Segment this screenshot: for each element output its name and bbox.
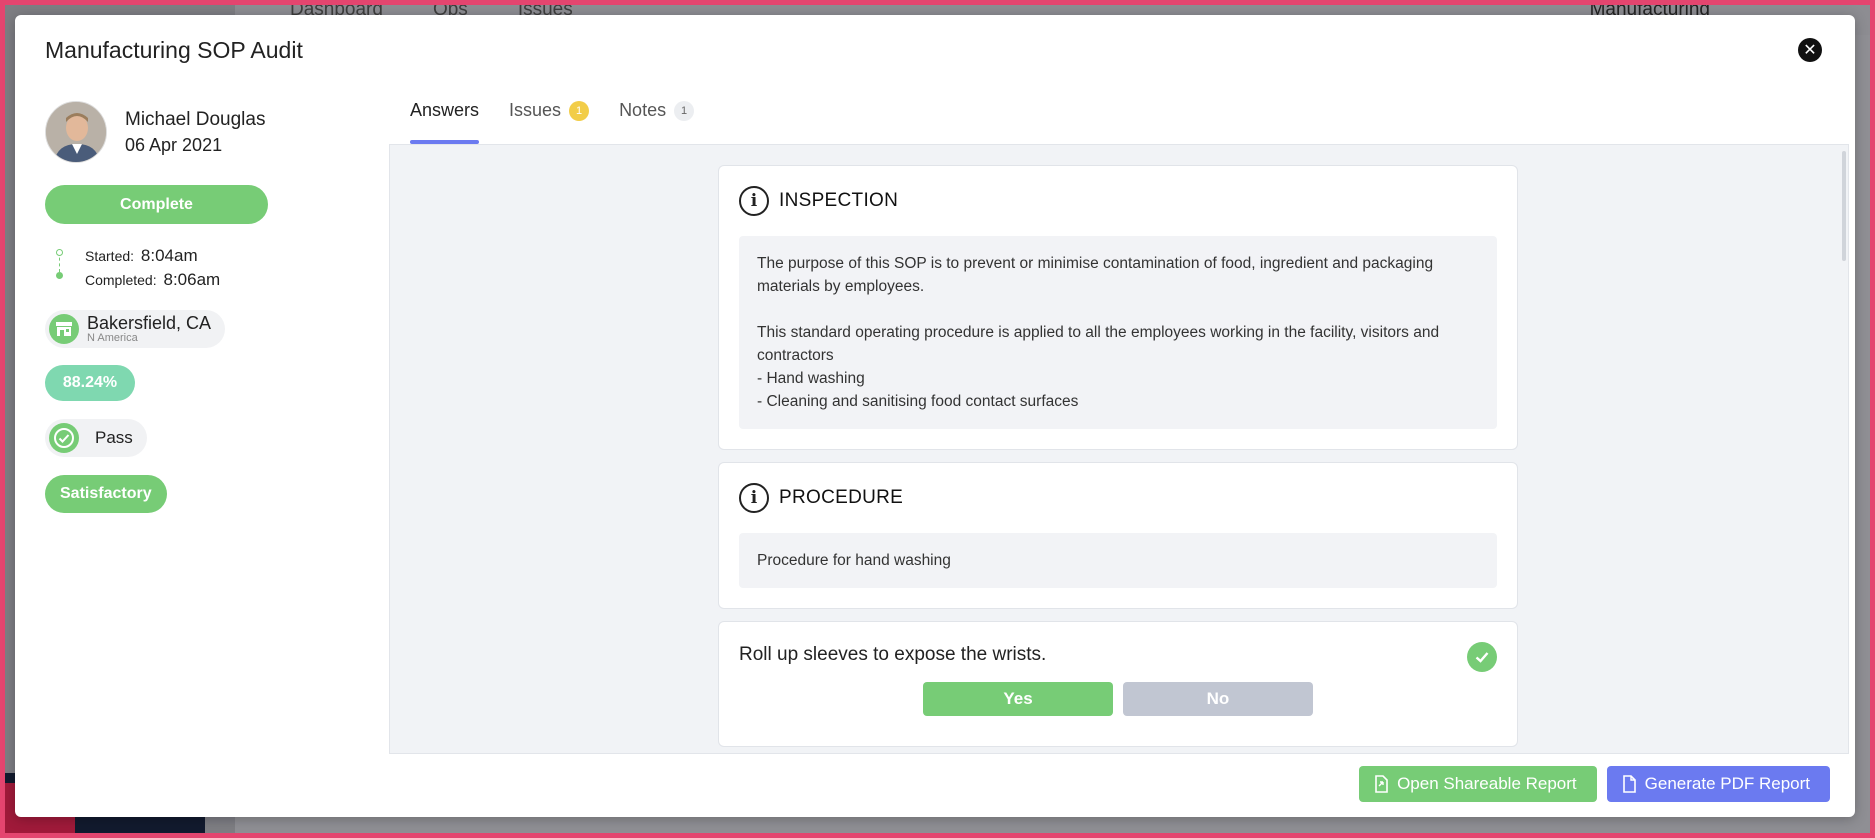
open-shareable-report-button[interactable]: Open Shareable Report (1359, 766, 1597, 802)
audit-modal: Manufacturing SOP Audit ✕ Michael Dougla… (15, 15, 1855, 817)
completed-row: Completed: 8:06am (85, 268, 365, 292)
user-info: Michael Douglas 06 Apr 2021 (125, 109, 265, 156)
location-name: Bakersfield, CA (87, 313, 212, 333)
user-name: Michael Douglas (125, 108, 266, 130)
issues-count-badge: 1 (569, 101, 590, 121)
started-row: Started: 8:04am (85, 244, 365, 268)
tab-bar: Answers Issues 1 Notes 1 (410, 100, 695, 144)
tab-issues[interactable]: Issues 1 (509, 100, 590, 140)
info-icon: i (739, 186, 769, 216)
section-title: INSPECTION (779, 190, 899, 211)
completed-label: Completed: (85, 272, 157, 288)
answers-column: i INSPECTION The purpose of this SOP is … (718, 165, 1518, 747)
modal-footer: Open Shareable Report Generate PDF Repor… (1359, 766, 1830, 802)
generate-pdf-report-button[interactable]: Generate PDF Report (1606, 766, 1830, 802)
open-shareable-report-label: Open Shareable Report (1397, 774, 1577, 793)
section-description-text: The purpose of this SOP is to prevent or… (757, 255, 1440, 410)
answers-panel[interactable]: i INSPECTION The purpose of this SOP is … (389, 144, 1849, 754)
document-icon (1621, 775, 1637, 793)
tab-label: Answers (410, 100, 480, 120)
timeline: Started: 8:04am Completed: 8:06am (45, 244, 365, 292)
tab-label: Issues (509, 100, 562, 120)
location-text: Bakersfield, CA N America (87, 314, 211, 344)
section-card-procedure: i PROCEDURE Procedure for hand washing (718, 462, 1518, 609)
store-icon (49, 314, 79, 344)
no-button[interactable]: No (1123, 682, 1313, 716)
completed-time: 8:06am (163, 270, 221, 289)
user-row: Michael Douglas 06 Apr 2021 (45, 101, 365, 163)
notes-count-badge: 1 (674, 101, 695, 121)
section-header: i PROCEDURE (739, 483, 1497, 513)
result-chip: Pass (45, 419, 147, 457)
check-circle-icon (49, 423, 79, 453)
complete-status-button[interactable]: Complete (45, 185, 268, 224)
started-time: 8:04am (140, 246, 198, 265)
started-label: Started: (85, 248, 135, 264)
section-description-text: Procedure for hand washing (757, 552, 951, 569)
location-region: N America (87, 332, 138, 344)
check-icon (1467, 642, 1497, 672)
answer-buttons: Yes No (739, 682, 1497, 716)
location-chip[interactable]: Bakersfield, CA N America (45, 310, 226, 348)
section-description: Procedure for hand washing (739, 533, 1497, 588)
timeline-start-dot (56, 249, 63, 256)
tab-label: Notes (619, 100, 667, 120)
generate-pdf-report-label: Generate PDF Report (1644, 774, 1810, 793)
share-document-icon (1373, 775, 1389, 793)
tab-answers[interactable]: Answers (410, 100, 480, 144)
rating-badge: Satisfactory (45, 475, 167, 513)
result-text: Pass (95, 428, 133, 447)
audit-date: 06 Apr 2021 (125, 134, 223, 155)
yes-button[interactable]: Yes (923, 682, 1113, 716)
scrollbar-thumb[interactable] (1842, 151, 1846, 261)
avatar (45, 101, 107, 163)
close-icon[interactable]: ✕ (1798, 38, 1822, 62)
modal-title: Manufacturing SOP Audit (45, 37, 303, 63)
avatar-image (46, 102, 106, 162)
section-card-inspection: i INSPECTION The purpose of this SOP is … (718, 165, 1518, 450)
audit-summary-panel: Michael Douglas 06 Apr 2021 Complete Sta… (45, 101, 365, 513)
question-card: Roll up sleeves to expose the wrists. Ye… (718, 621, 1518, 747)
section-header: i INSPECTION (739, 186, 1497, 216)
timeline-end-dot (56, 272, 63, 279)
question-text: Roll up sleeves to expose the wrists. (739, 644, 1047, 665)
tab-notes[interactable]: Notes 1 (619, 100, 695, 140)
score-badge: 88.24% (45, 365, 135, 401)
section-title: PROCEDURE (779, 487, 904, 508)
section-description: The purpose of this SOP is to prevent or… (739, 236, 1497, 429)
info-icon: i (739, 483, 769, 513)
